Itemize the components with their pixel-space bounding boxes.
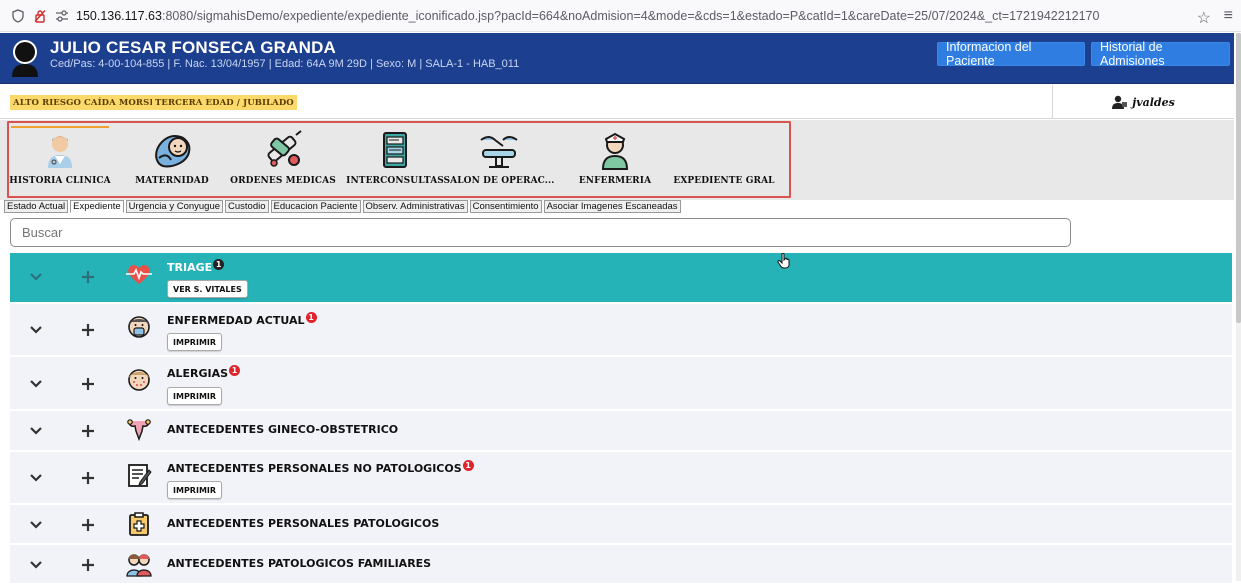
edit-document-icon: [128, 464, 152, 487]
section-title: ALERGIAS 1: [167, 364, 241, 380]
count-badge: 1: [305, 311, 317, 323]
consult-icon: [373, 130, 417, 170]
alert-badge-elderly: TERCERA EDAD / JUBILADO: [152, 95, 297, 110]
user-icon: [1112, 95, 1128, 109]
module-label: ENFERMERIA: [578, 176, 652, 186]
plus-icon[interactable]: [80, 423, 96, 439]
baby-icon: [150, 130, 194, 170]
blank-icon: [702, 130, 746, 170]
alerts-bar: ALTO RIESGO CAÍDA MORSE TERCERA EDAD / J…: [0, 85, 1234, 119]
print-button[interactable]: IMPRIMIR: [167, 333, 223, 351]
tab-asociar-imagenes[interactable]: Asociar Imagenes Escaneadas: [543, 200, 681, 213]
hand-cursor-icon: [777, 253, 790, 269]
browser-url-bar[interactable]: 150.136.117.63:8080/sigmahisDemo/expedie…: [0, 0, 1241, 32]
module-historia-clinica[interactable]: HISTORIA CLINICA: [9, 130, 111, 192]
section-antecedentes-patologicos[interactable]: ANTECEDENTES PERSONALES PATOLOGICOS: [10, 505, 1232, 545]
patient-info: Ced/Pas: 4-00-104-855 | F. Nac. 13/04/19…: [50, 58, 520, 70]
uterus-icon: [127, 419, 151, 442]
heartbeat-icon: [126, 265, 152, 284]
user-box[interactable]: jvaldes: [1052, 85, 1234, 119]
module-label: HISTORIA CLINICA: [9, 176, 111, 186]
print-button[interactable]: IMPRIMIR: [167, 387, 223, 405]
record-tabs: Estado Actual Expediente Urgencia y Cony…: [4, 200, 683, 214]
plus-icon[interactable]: [80, 322, 96, 338]
chevron-down-icon[interactable]: [28, 322, 44, 338]
module-interconsultas[interactable]: INTERCONSULTAS: [346, 130, 444, 192]
section-title: TRIAGE 1: [167, 258, 225, 274]
module-maternidad[interactable]: MATERNIDAD: [133, 130, 211, 192]
section-enfermedad-actual[interactable]: ENFERMEDAD ACTUAL 1 IMPRIMIR: [10, 304, 1232, 357]
print-button[interactable]: IMPRIMIR: [167, 481, 223, 499]
admission-history-button[interactable]: Historial de Admisiones: [1091, 40, 1230, 68]
syringe-pills-icon: [261, 130, 305, 170]
page-scrollbar-thumb[interactable]: [1236, 33, 1241, 323]
module-expediente-general[interactable]: EXPEDIENTE GRAL: [673, 130, 775, 192]
record-sections: TRIAGE 1 VER S. VITALES ENFERMEDAD ACTUAL…: [10, 253, 1232, 585]
section-title: ENFERMEDAD ACTUAL 1: [167, 311, 317, 327]
module-label: MATERNIDAD: [135, 176, 209, 186]
tab-urgencia-conyugue[interactable]: Urgencia y Conyugue: [125, 200, 224, 213]
allergy-face-icon: [128, 369, 150, 391]
module-toolbar: HISTORIA CLINICA MATERNIDAD ORDENES MEDI: [0, 120, 1234, 200]
doctor-icon: [38, 130, 82, 170]
patient-name: JULIO CESAR FONSECA GRANDA: [50, 38, 337, 57]
module-label: INTERCONSULTAS: [346, 176, 444, 186]
plus-icon[interactable]: [80, 470, 96, 486]
module-label: ORDENES MEDICAS: [230, 176, 336, 186]
patient-avatar-icon: [10, 39, 40, 77]
plus-icon[interactable]: [80, 517, 96, 533]
module-label: SALON DE OPERAC...: [443, 176, 555, 186]
section-gineco-obstetrico[interactable]: ANTECEDENTES GINECO-OBSTETRICO: [10, 411, 1232, 452]
section-title: ANTECEDENTES PERSONALES NO PATOLOGICOS 1: [167, 459, 474, 475]
section-title: ANTECEDENTES PERSONALES PATOLOGICOS: [167, 517, 440, 530]
permissions-icon[interactable]: [54, 8, 70, 24]
module-enfermeria[interactable]: ENFERMERIA: [570, 130, 660, 192]
count-badge: 1: [462, 459, 474, 471]
nurse-icon: [593, 130, 637, 170]
module-ordenes-medicas[interactable]: ORDENES MEDICAS: [230, 130, 336, 192]
section-title: ANTECEDENTES PATOLOGICOS FAMILIARES: [167, 557, 432, 570]
count-badge: 1: [213, 258, 225, 270]
clipboard-icon: [129, 512, 149, 536]
plus-icon[interactable]: [80, 557, 96, 573]
module-label: EXPEDIENTE GRAL: [673, 176, 775, 186]
section-triage[interactable]: TRIAGE 1 VER S. VITALES: [10, 253, 1232, 304]
menu-icon[interactable]: ≡: [1224, 7, 1233, 25]
patient-info-button[interactable]: Informacion del Paciente: [937, 40, 1085, 68]
section-title: ANTECEDENTES GINECO-OBSTETRICO: [167, 423, 399, 436]
chevron-down-icon[interactable]: [28, 517, 44, 533]
chevron-down-icon[interactable]: [28, 376, 44, 392]
chevron-down-icon[interactable]: [28, 470, 44, 486]
shield-icon[interactable]: [10, 8, 26, 24]
tab-expediente[interactable]: Expediente: [70, 200, 124, 213]
section-antecedentes-no-patologicos[interactable]: ANTECEDENTES PERSONALES NO PATOLOGICOS 1 …: [10, 452, 1232, 505]
tab-educacion-paciente[interactable]: Educacion Paciente: [270, 200, 361, 213]
operating-lamp-icon: [477, 130, 521, 170]
view-vitals-button[interactable]: VER S. VITALES: [167, 280, 248, 298]
search-input[interactable]: [10, 218, 1071, 247]
chevron-down-icon[interactable]: [28, 423, 44, 439]
tab-observ-administrativas[interactable]: Observ. Administrativas: [362, 200, 468, 213]
tab-consentimiento[interactable]: Consentimiento: [469, 200, 542, 213]
plus-icon[interactable]: [80, 269, 96, 285]
chevron-down-icon[interactable]: [28, 557, 44, 573]
tab-estado-actual[interactable]: Estado Actual: [4, 200, 69, 213]
bookmark-star-icon[interactable]: ☆: [1197, 8, 1211, 28]
count-badge: 1: [229, 364, 241, 376]
plus-icon[interactable]: [80, 376, 96, 392]
family-icon: [126, 554, 152, 577]
section-antecedentes-familiares[interactable]: ANTECEDENTES PATOLOGICOS FAMILIARES: [10, 545, 1232, 585]
tab-custodio[interactable]: Custodio: [225, 200, 269, 213]
sick-face-icon: [128, 316, 150, 338]
module-salon-operaciones[interactable]: SALON DE OPERAC...: [444, 130, 554, 192]
alert-badge-fall-risk: ALTO RIESGO CAÍDA MORSE: [10, 95, 159, 110]
url-text[interactable]: 150.136.117.63:8080/sigmahisDemo/expedie…: [76, 9, 1099, 23]
insecure-lock-icon[interactable]: [32, 8, 48, 24]
chevron-down-icon[interactable]: [28, 269, 44, 285]
active-module-indicator: [11, 126, 109, 128]
patient-header: JULIO CESAR FONSECA GRANDA Ced/Pas: 4-00…: [0, 33, 1234, 84]
section-alergias[interactable]: ALERGIAS 1 IMPRIMIR: [10, 357, 1232, 411]
username: jvaldes: [1132, 95, 1175, 109]
